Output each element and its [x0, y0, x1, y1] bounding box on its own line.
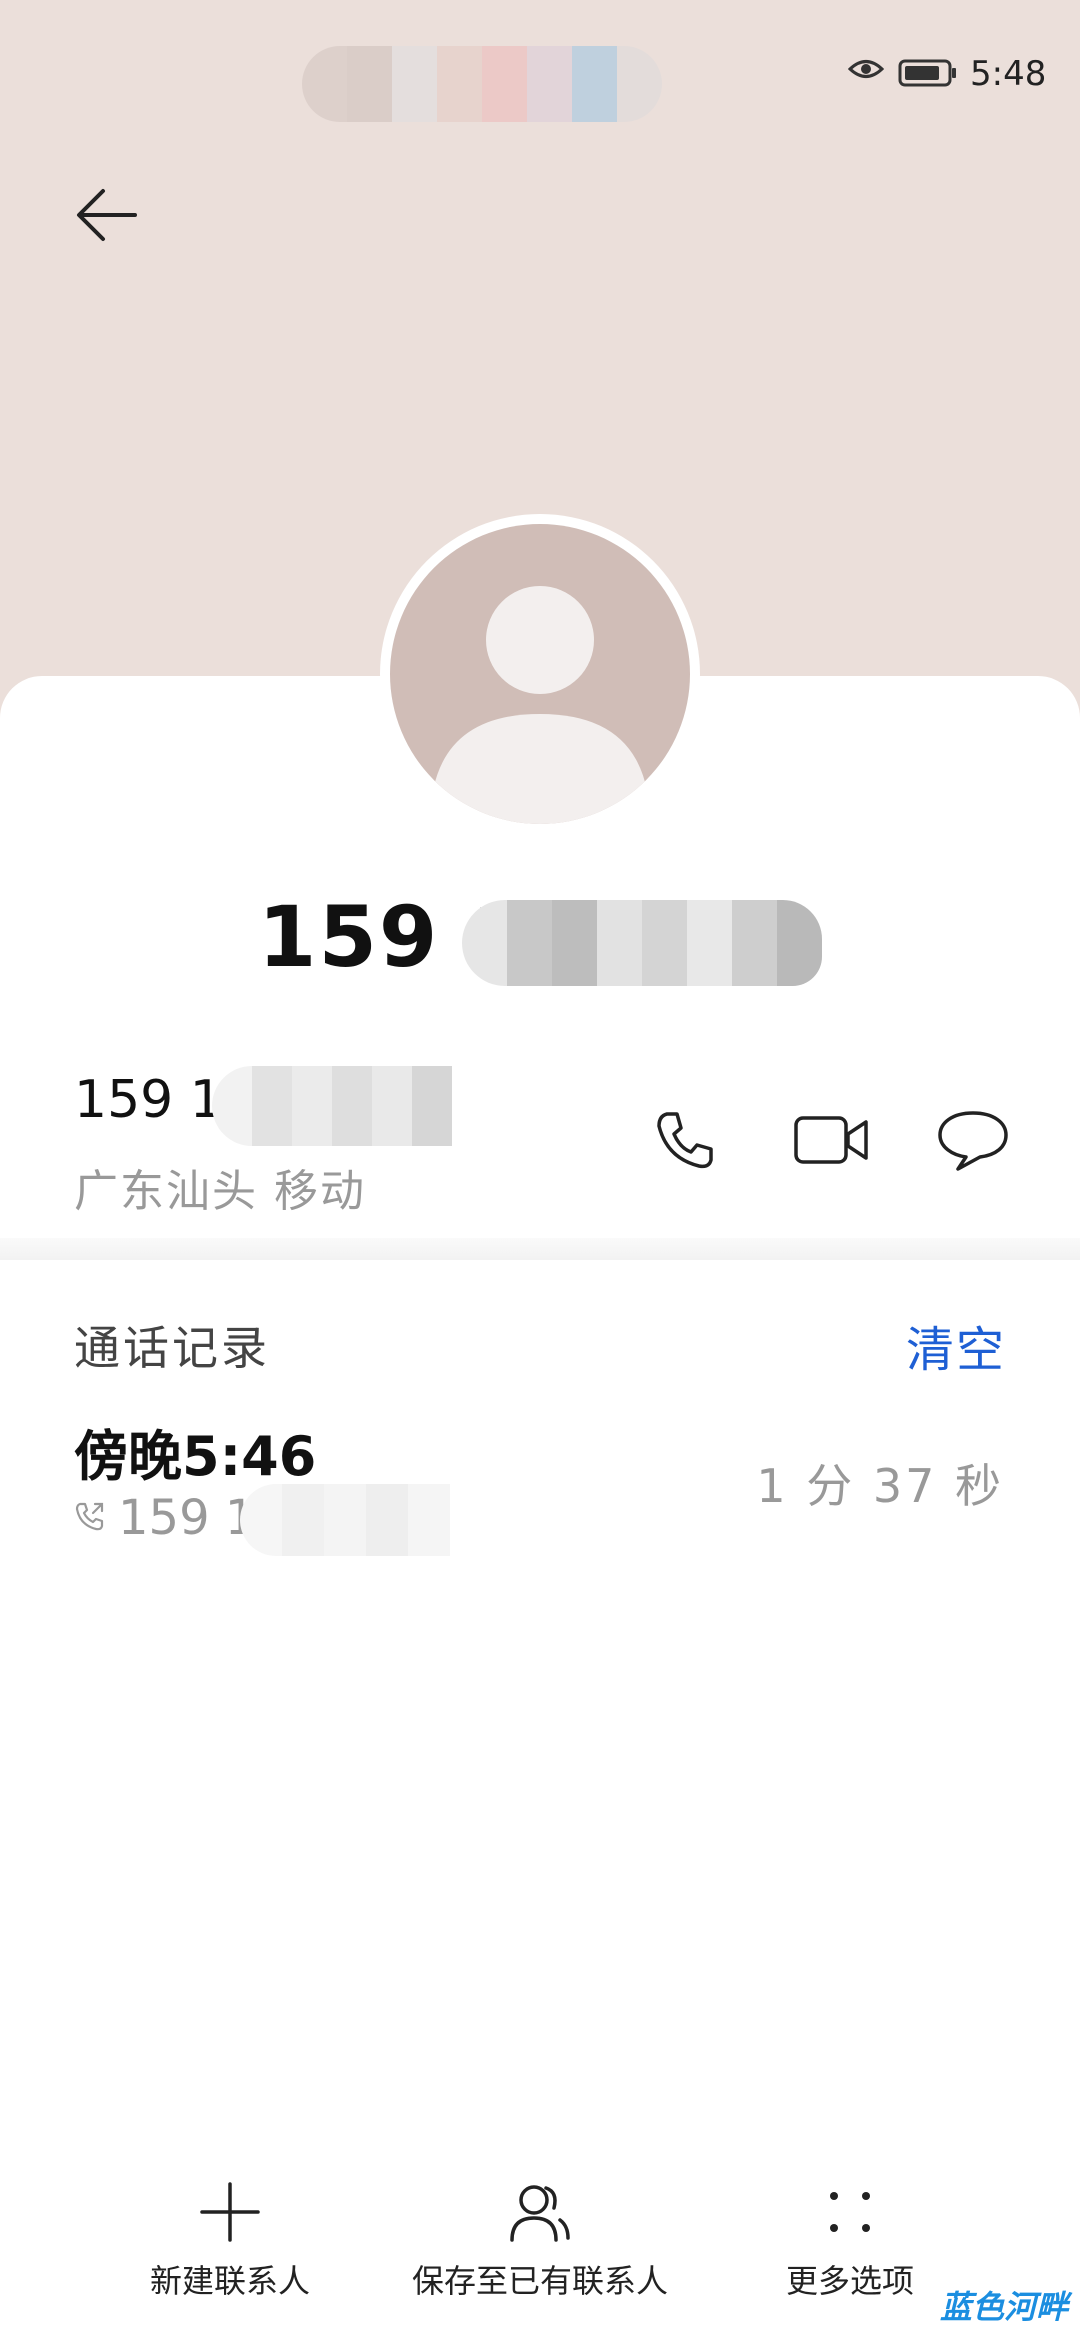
blurred-status-area	[302, 46, 662, 122]
arrow-left-icon	[77, 189, 137, 241]
phone-location: 广东汕头 移动	[74, 1166, 366, 1217]
contacts-icon	[510, 2185, 570, 2242]
call-log-title: 通话记录	[74, 1321, 270, 1375]
site-watermark: 蓝色河畔	[940, 2288, 1069, 2326]
blurred-call-log-number	[240, 1484, 450, 1556]
more-options-label: 更多选项	[785, 2262, 914, 2300]
avatar	[380, 514, 700, 834]
save-to-existing-label: 保存至已有联系人	[411, 2262, 668, 2300]
section-divider	[0, 1238, 1080, 1260]
call-log-number: 159 1	[118, 1490, 256, 1546]
save-to-existing-button[interactable]: 保存至已有联系人	[400, 2180, 680, 2302]
chat-bubble-icon	[938, 1111, 1008, 1171]
back-button[interactable]	[62, 170, 152, 260]
more-dots-icon	[830, 2192, 870, 2232]
video-call-button[interactable]	[782, 1100, 882, 1180]
message-button[interactable]	[928, 1098, 1018, 1182]
video-camera-icon	[794, 1116, 868, 1164]
outgoing-call-icon	[75, 1502, 104, 1531]
plus-icon	[200, 2182, 260, 2242]
person-icon	[430, 586, 650, 824]
blurred-phone-number	[212, 1066, 452, 1146]
clear-call-log-button[interactable]: 清空	[906, 1310, 1006, 1380]
contact-phone-number[interactable]: 159 1	[74, 1070, 223, 1130]
bottom-action-bar: 新建联系人 保存至已有联系人 更多选项	[0, 2180, 1080, 2340]
new-contact-button[interactable]: 新建联系人	[130, 2180, 330, 2302]
battery-icon	[898, 59, 956, 87]
phone-icon	[657, 1112, 713, 1169]
call-log-time: 傍晚5:46	[74, 1425, 317, 1488]
call-duration: 1 分 37 秒	[756, 1459, 1004, 1513]
eye-icon	[848, 60, 884, 78]
more-options-button[interactable]: 更多选项	[760, 2180, 940, 2302]
status-time: 5:48	[970, 54, 1047, 94]
new-contact-label: 新建联系人	[149, 2262, 310, 2300]
call-button[interactable]	[640, 1100, 730, 1180]
blurred-title-number	[462, 900, 822, 986]
